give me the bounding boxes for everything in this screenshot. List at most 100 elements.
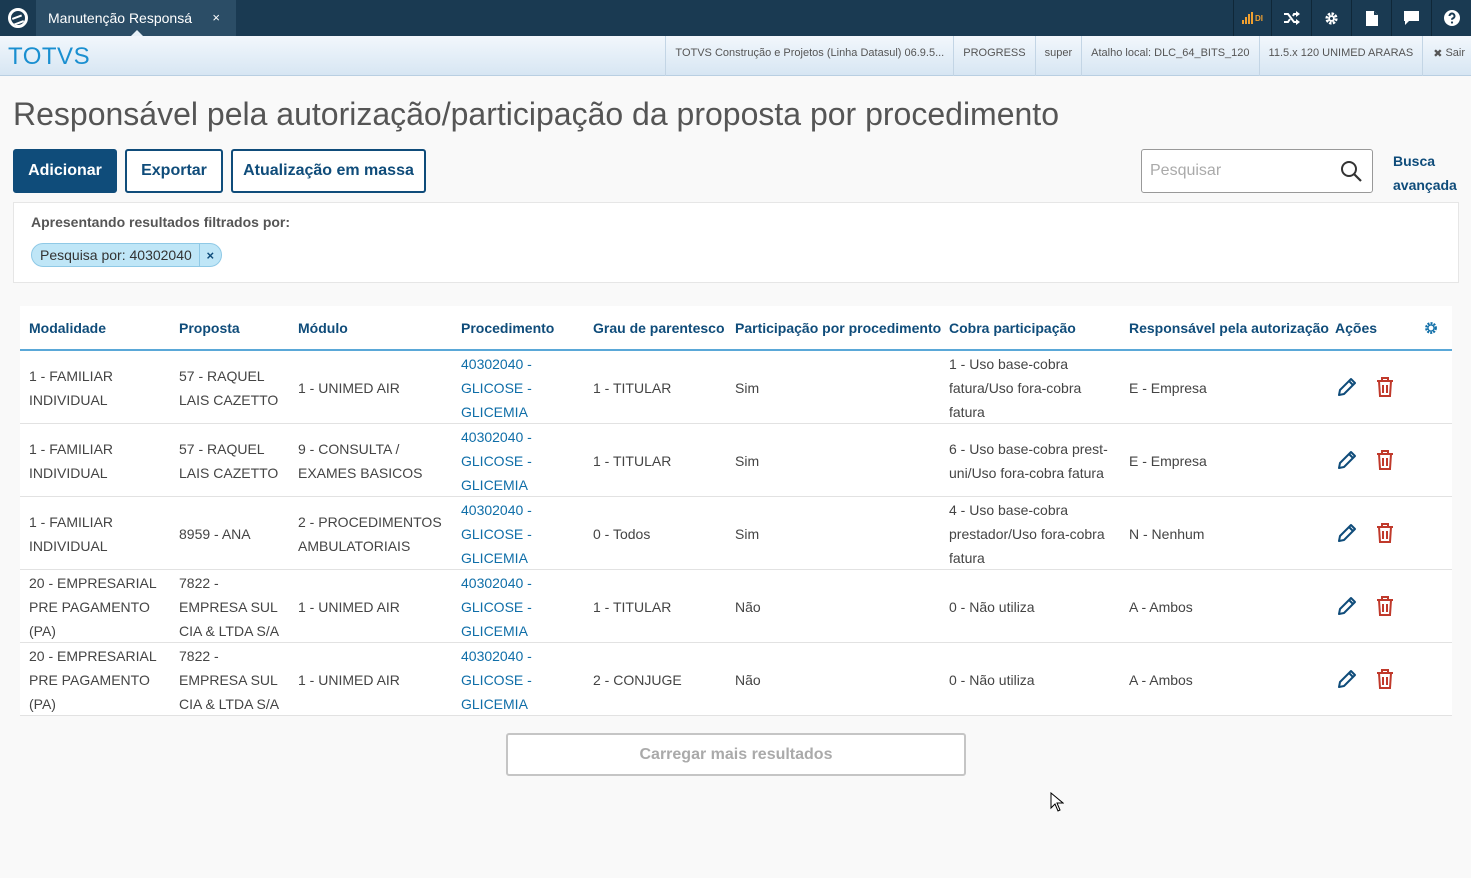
app-header: TOTVS TOTVS Construção e Projetos (Linha… xyxy=(0,36,1471,76)
col-modalidade[interactable]: Modalidade xyxy=(29,320,106,336)
info-user: super xyxy=(1034,36,1082,76)
table-row: 1 - FAMILIAR INDIVIDUAL 57 - RAQUEL LAIS… xyxy=(20,351,1452,424)
delete-trash-icon[interactable] xyxy=(1374,522,1396,544)
tab-close-icon[interactable]: × xyxy=(212,10,220,25)
cell-procedimento[interactable]: 40302040 - GLICOSE - GLICEMIA xyxy=(461,424,547,497)
tab-manutencao[interactable]: Manutenção Responsá × xyxy=(36,0,236,37)
add-button[interactable]: Adicionar xyxy=(13,149,117,193)
cell-responsavel: E - Empresa xyxy=(1129,379,1207,396)
cell-procedimento[interactable]: 40302040 - GLICOSE - GLICEMIA xyxy=(461,570,547,643)
col-responsavel[interactable]: Responsável pela autorização xyxy=(1129,320,1329,336)
delete-trash-icon[interactable] xyxy=(1374,595,1396,617)
delete-trash-icon[interactable] xyxy=(1374,376,1396,398)
mouse-cursor-icon xyxy=(1050,792,1064,812)
help-icon[interactable] xyxy=(1431,0,1471,36)
delete-trash-icon[interactable] xyxy=(1374,449,1396,471)
col-proposta[interactable]: Proposta xyxy=(179,320,240,336)
logout-button[interactable]: ✖ Sair xyxy=(1422,36,1471,76)
signal-icon[interactable]: DI xyxy=(1233,0,1271,36)
cell-responsavel: A - Ambos xyxy=(1129,598,1193,615)
load-more-button[interactable]: Carregar mais resultados xyxy=(506,733,966,776)
gear-icon[interactable] xyxy=(1311,0,1351,36)
table-row: 1 - FAMILIAR INDIVIDUAL 8959 - ANA 2 - P… xyxy=(20,497,1452,570)
signal-label: DI xyxy=(1255,13,1263,23)
info-bar: TOTVS Construção e Projetos (Linha Datas… xyxy=(665,36,1471,76)
export-button[interactable]: Exportar xyxy=(125,149,223,193)
cell-modulo: 1 - UNIMED AIR xyxy=(298,598,400,615)
cell-proposta: 7822 - EMPRESA SUL CIA & LTDA S/A xyxy=(179,574,280,639)
col-participacao[interactable]: Participação por procedimento xyxy=(735,320,941,336)
edit-pencil-icon[interactable] xyxy=(1336,376,1358,398)
table-row: 20 - EMPRESARIAL PRE PAGAMENTO (PA) 7822… xyxy=(20,643,1452,716)
info-shortcut: Atalho local: DLC_64_BITS_120 xyxy=(1081,36,1258,76)
col-grau[interactable]: Grau de parentesco xyxy=(593,320,725,336)
results-table: Modalidade Proposta Módulo Procedimento … xyxy=(20,306,1452,716)
cell-modalidade: 1 - FAMILIAR INDIVIDUAL xyxy=(29,513,114,554)
cell-procedimento[interactable]: 40302040 - GLICOSE - GLICEMIA xyxy=(461,643,547,716)
top-icons: DI xyxy=(1233,0,1471,36)
cell-participacao: Sim xyxy=(735,452,760,469)
filter-panel: Apresentando resultados filtrados por: P… xyxy=(13,202,1459,283)
edit-pencil-icon[interactable] xyxy=(1336,522,1358,544)
edit-pencil-icon[interactable] xyxy=(1336,668,1358,690)
mass-update-button[interactable]: Atualização em massa xyxy=(231,149,426,193)
chat-icon[interactable] xyxy=(1391,0,1431,36)
cell-proposta: 57 - RAQUEL LAIS CAZETTO xyxy=(179,367,279,408)
cell-participacao: Sim xyxy=(735,525,760,542)
table-row: 1 - FAMILIAR INDIVIDUAL 57 - RAQUEL LAIS… xyxy=(20,424,1452,497)
logout-label: Sair xyxy=(1445,47,1465,59)
cell-proposta: 57 - RAQUEL LAIS CAZETTO xyxy=(179,440,279,481)
cell-modulo: 2 - PROCEDIMENTOS AMBULATORIAIS xyxy=(298,513,442,554)
cell-grau: 1 - TITULAR xyxy=(593,379,672,396)
info-product: TOTVS Construção e Projetos (Linha Datas… xyxy=(665,36,953,76)
page-title: Responsável pela autorização/participaçã… xyxy=(13,96,1059,132)
cell-modulo: 1 - UNIMED AIR xyxy=(298,671,400,688)
cell-modalidade: 1 - FAMILIAR INDIVIDUAL xyxy=(29,367,114,408)
cell-proposta: 8959 - ANA xyxy=(179,525,251,542)
cell-proposta: 7822 - EMPRESA SUL CIA & LTDA S/A xyxy=(179,647,280,712)
cell-responsavel: E - Empresa xyxy=(1129,452,1207,469)
col-modulo[interactable]: Módulo xyxy=(298,320,348,336)
table-header: Modalidade Proposta Módulo Procedimento … xyxy=(20,306,1452,351)
advanced-search-link[interactable]: Busca avançada xyxy=(1393,149,1463,197)
cell-procedimento[interactable]: 40302040 - GLICOSE - GLICEMIA xyxy=(461,497,547,570)
close-icon: ✖ xyxy=(1433,48,1443,60)
tab-title: Manutenção Responsá xyxy=(48,10,192,26)
delete-trash-icon[interactable] xyxy=(1374,668,1396,690)
cell-cobra: 0 - Não utiliza xyxy=(949,671,1035,688)
cell-cobra: 4 - Uso base-cobra prestador/Uso fora-co… xyxy=(949,501,1105,566)
col-procedimento[interactable]: Procedimento xyxy=(461,320,554,336)
filter-label: Apresentando resultados filtrados por: xyxy=(31,214,291,230)
search-icon[interactable] xyxy=(1340,160,1362,182)
filter-chip: Pesquisa por: 40302040 × xyxy=(31,243,222,267)
cell-modulo: 9 - CONSULTA / EXAMES BASICOS xyxy=(298,440,423,481)
info-database: PROGRESS xyxy=(953,36,1034,76)
document-icon[interactable] xyxy=(1351,0,1391,36)
cell-grau: 0 - Todos xyxy=(593,525,651,542)
col-acoes: Ações xyxy=(1335,320,1378,336)
chip-close-icon[interactable]: × xyxy=(198,244,221,266)
cell-modalidade: 20 - EMPRESARIAL PRE PAGAMENTO (PA) xyxy=(29,574,157,639)
cell-modulo: 1 - UNIMED AIR xyxy=(298,379,400,396)
info-version: 11.5.x 120 UNIMED ARARAS xyxy=(1258,36,1423,76)
search-box xyxy=(1141,149,1373,193)
cell-participacao: Sim xyxy=(735,379,760,396)
cell-grau: 2 - CONJUGE xyxy=(593,671,682,688)
search-input[interactable] xyxy=(1150,160,1330,182)
top-bar: Manutenção Responsá × DI xyxy=(0,0,1471,37)
cell-modalidade: 20 - EMPRESARIAL PRE PAGAMENTO (PA) xyxy=(29,647,157,712)
cell-procedimento[interactable]: 40302040 - GLICOSE - GLICEMIA xyxy=(461,351,547,424)
cell-modalidade: 1 - FAMILIAR INDIVIDUAL xyxy=(29,440,114,481)
edit-pencil-icon[interactable] xyxy=(1336,449,1358,471)
edit-pencil-icon[interactable] xyxy=(1336,595,1358,617)
col-cobra[interactable]: Cobra participação xyxy=(949,320,1076,336)
cell-cobra: 1 - Uso base-cobra fatura/Uso fora-cobra… xyxy=(949,355,1082,420)
app-logo-icon[interactable] xyxy=(0,0,36,36)
table-row: 20 - EMPRESARIAL PRE PAGAMENTO (PA) 7822… xyxy=(20,570,1452,643)
cell-responsavel: A - Ambos xyxy=(1129,671,1193,688)
shuffle-icon[interactable] xyxy=(1271,0,1311,36)
brand-logo: TOTVS xyxy=(8,43,91,70)
cell-participacao: Não xyxy=(735,598,761,615)
filter-chip-text: Pesquisa por: 40302040 xyxy=(40,247,192,263)
column-settings-gear-icon[interactable] xyxy=(1424,321,1438,335)
